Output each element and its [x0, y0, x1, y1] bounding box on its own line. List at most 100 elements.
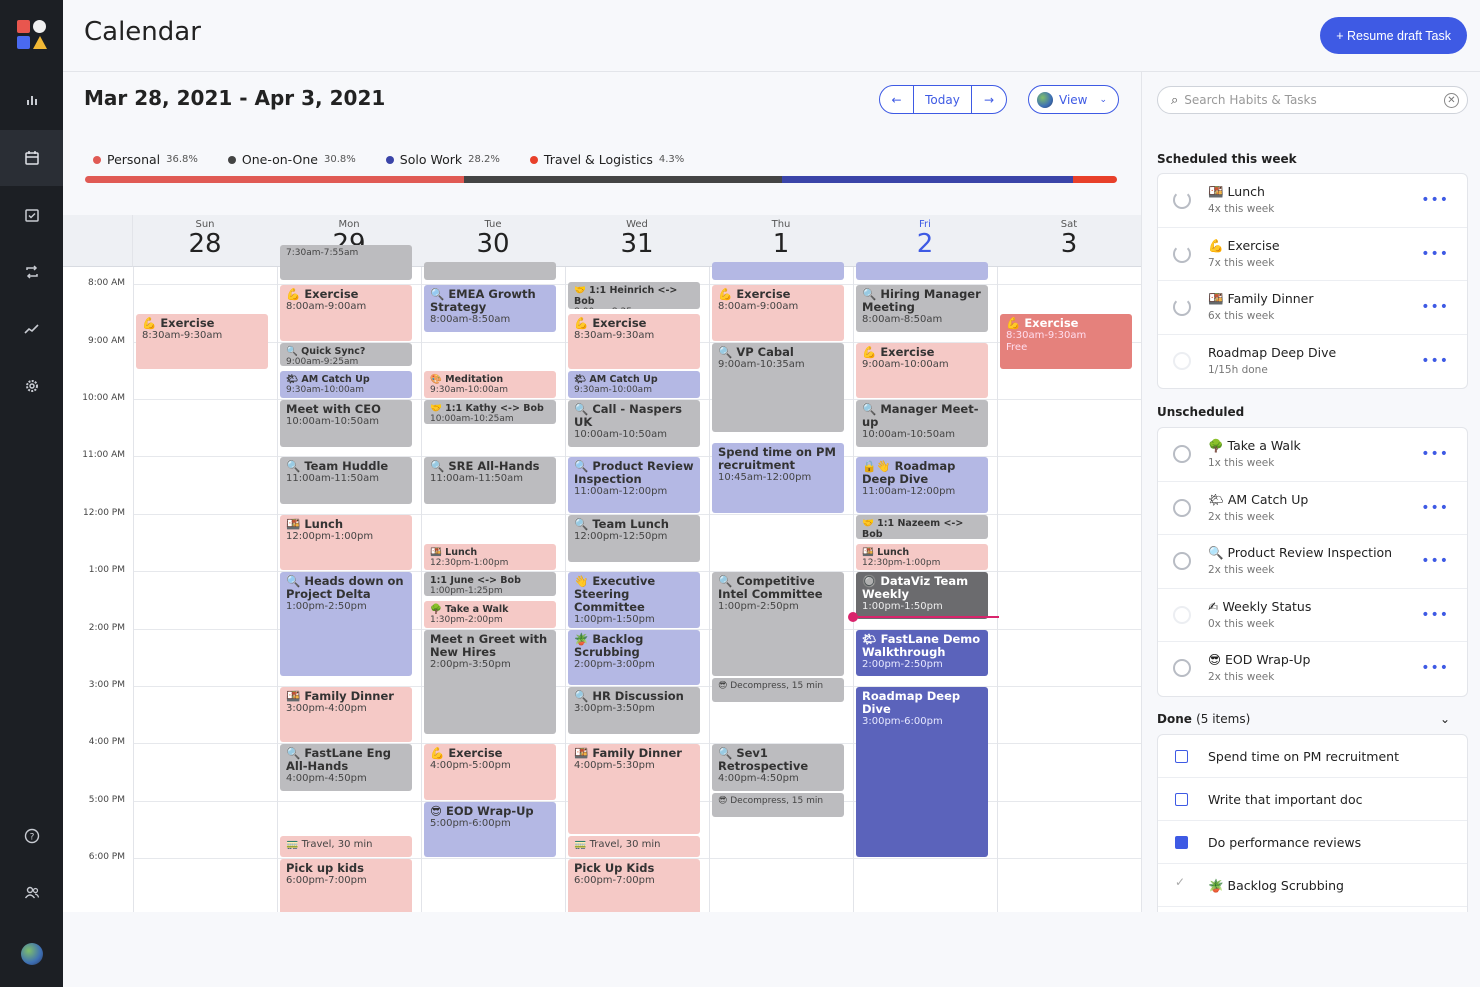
tasks-icon[interactable] [0, 187, 63, 243]
day-header-tue[interactable]: Tue 30 [421, 215, 565, 267]
calendar-event[interactable]: 💪 Exercise 9:00am-10:00am [856, 342, 988, 398]
calendar-event[interactable]: 🍱 Family Dinner 4:00pm-5:30pm [568, 744, 700, 835]
calendar-event[interactable] [424, 262, 556, 281]
progress-ring-icon[interactable] [1173, 498, 1191, 517]
day-header-wed[interactable]: Wed 31 [565, 215, 709, 267]
calendar-event[interactable]: 🚃 Travel, 30 min [568, 836, 700, 858]
calendar-event[interactable]: 🍱 Lunch 12:00pm-1:00pm [280, 514, 412, 571]
calendar-event[interactable]: 🌤 FastLane Demo Walkthrough 2:00pm-2:50pm [856, 629, 988, 677]
day-header-sat[interactable]: Sat 3 [997, 215, 1141, 267]
task-item[interactable]: 😎 EOD Wrap-Up 2x this week ••• [1158, 642, 1467, 696]
logo-icon[interactable] [17, 20, 47, 50]
calendar-event[interactable] [712, 262, 844, 281]
progress-ring-icon[interactable] [1173, 191, 1191, 209]
more-options-icon[interactable]: ••• [1421, 246, 1449, 262]
checkbox-checked[interactable] [1175, 836, 1188, 849]
checkbox[interactable] [1175, 750, 1188, 763]
progress-ring-icon[interactable] [1173, 244, 1191, 263]
task-item[interactable]: 🌤 AM Catch Up 2x this week ••• [1158, 482, 1467, 536]
calendar-event[interactable]: 🔍 Call - Naspers UK 10:00am-10:50am [568, 400, 700, 447]
calendar-event[interactable]: 🔍 VP Cabal 9:00am-10:35am [712, 342, 844, 433]
calendar-event[interactable]: 🌤 AM Catch Up 9:30am-10:00am [280, 371, 412, 398]
calendar-event[interactable]: 🔍 Product Review Inspection 11:00am-12:00… [568, 457, 700, 513]
next-week-button[interactable]: → [972, 86, 1006, 113]
calendar-event[interactable]: Spend time on PM recruitment 10:45am-12:0… [712, 443, 844, 513]
resume-draft-task-button[interactable]: + Resume draft Task [1320, 17, 1467, 54]
calendar-event[interactable]: Meet with CEO 10:00am-10:50am [280, 400, 412, 447]
calendar-event[interactable]: 👋 Executive Steering Committee 1:00pm-1:5… [568, 572, 700, 628]
task-item[interactable]: 💪 Exercise 7x this week ••• [1158, 228, 1467, 282]
calendar-event[interactable]: 🚃 Travel, 30 min [280, 836, 412, 858]
prev-week-button[interactable]: ← [880, 86, 914, 113]
sync-icon[interactable] [0, 244, 63, 300]
today-button[interactable]: Today [914, 86, 972, 113]
calendar-event[interactable]: 🔍 Heads down on Project Delta 1:00pm-2:50… [280, 572, 412, 677]
calendar-event[interactable]: 😎 EOD Wrap-Up 5:00pm-6:00pm [424, 801, 556, 858]
calendar-event[interactable]: 💪 Exercise 8:00am-9:00am [712, 285, 844, 341]
calendar-event[interactable]: 💪 Exercise 8:30am-9:30am [568, 313, 700, 370]
calendar-event[interactable]: 💪 Exercise 8:30am-9:30am Free [1000, 313, 1132, 370]
team-icon[interactable] [0, 865, 63, 921]
calendar-event[interactable]: 💪 Exercise 8:00am-9:00am [280, 285, 412, 341]
analytics-icon[interactable] [0, 72, 63, 128]
calendar-event[interactable]: 💪 Exercise 8:30am-9:30am [136, 313, 268, 370]
calendar-event[interactable]: 🔍 Quick Sync? 9:00am-9:25am [280, 342, 412, 367]
calendar-event[interactable]: 🍱 Lunch 12:30pm-1:00pm [856, 543, 988, 571]
calendar-event[interactable]: 🍱 Family Dinner 3:00pm-4:00pm [280, 687, 412, 743]
day-header-sun[interactable]: Sun 28 [133, 215, 277, 267]
calendar-event[interactable]: Meet n Greet with New Hires 2:00pm-3:50pm [424, 629, 556, 734]
trends-icon[interactable] [0, 301, 63, 357]
calendar-event[interactable]: 🎨 Meditation 9:30am-10:00am [424, 371, 556, 398]
calendar-event[interactable]: 🔍 EMEA Growth Strategy 8:00am-8:50am [424, 285, 556, 332]
calendar-event[interactable]: 🔒👋 Roadmap Deep Dive 11:00am-12:00pm [856, 457, 988, 513]
calendar-event[interactable]: 😎 Decompress, 15 min [712, 678, 844, 703]
task-item[interactable]: ✍ Weekly Status 0x this week ••• [1158, 589, 1467, 643]
search-input[interactable]: ⌕ Search Habits & Tasks ✕ [1157, 86, 1468, 114]
task-item[interactable]: 🔍 Product Review Inspection 2x this week •… [1158, 535, 1467, 589]
view-dropdown[interactable]: View ⌄ [1028, 85, 1119, 114]
calendar-event[interactable]: 1:1 June <-> Bob 1:00pm-1:25pm [424, 572, 556, 597]
calendar-event[interactable]: 🤝 1:1 Heinrich <-> Bob8:00am-8:25am [568, 282, 700, 310]
calendar-event[interactable]: 🔍 HR Discussion 3:00pm-3:50pm [568, 687, 700, 734]
calendar-event[interactable]: 7:30am-7:55am [280, 245, 412, 281]
calendar-event[interactable]: 💪 Exercise 4:00pm-5:00pm [424, 744, 556, 800]
calendar-event[interactable]: Pick Up Kids 6:00pm-7:00pm [568, 859, 700, 912]
more-options-icon[interactable]: ••• [1421, 500, 1449, 516]
more-options-icon[interactable]: ••• [1421, 553, 1449, 569]
calendar-event[interactable]: 🪴 Backlog Scrubbing 2:00pm-3:00pm [568, 629, 700, 685]
checkbox[interactable] [1175, 793, 1188, 806]
progress-ring-icon[interactable] [1173, 351, 1191, 370]
calendar-event[interactable]: 🔘 DataViz Team Weekly 1:00pm-1:50pm [856, 572, 988, 619]
calendar-event[interactable]: 🔍 Manager Meet-up 10:00am-10:50am [856, 400, 988, 447]
check-icon[interactable]: ✓ [1175, 875, 1185, 889]
progress-ring-icon[interactable] [1173, 298, 1191, 317]
calendar-event[interactable]: Roadmap Deep Dive 3:00pm-6:00pm [856, 687, 988, 858]
done-header[interactable]: Done (5 items) ⌄ [1157, 712, 1468, 726]
clear-search-icon[interactable]: ✕ [1444, 93, 1459, 108]
calendar-icon[interactable] [0, 130, 63, 186]
task-item[interactable]: 🌳 Take a Walk 1x this week ••• [1158, 428, 1467, 482]
calendar-event[interactable]: 😎 Decompress, 15 min [712, 793, 844, 818]
more-options-icon[interactable]: ••• [1421, 660, 1449, 676]
day-header-fri[interactable]: Fri 2 [853, 215, 997, 267]
calendar-event[interactable]: 🔍 Team Lunch 12:00pm-12:50pm [568, 514, 700, 562]
done-item[interactable]: Spend time on PM recruitment [1158, 735, 1467, 778]
calendar-event[interactable]: 🤝 1:1 Kathy <-> Bob 10:00am-10:25am [424, 400, 556, 424]
progress-ring-icon[interactable] [1173, 552, 1191, 571]
task-item[interactable]: 🍱 Lunch 4x this week ••• [1158, 174, 1467, 228]
more-options-icon[interactable]: ••• [1421, 353, 1449, 369]
task-item[interactable]: Roadmap Deep Dive 1/15h done ••• [1158, 335, 1467, 389]
calendar-event[interactable]: 🌳 Take a Walk 1:30pm-2:00pm [424, 600, 556, 628]
task-item[interactable]: 🍱 Family Dinner 6x this week ••• [1158, 281, 1467, 335]
done-item[interactable]: ✓ 🪴 Backlog Scrubbing [1158, 864, 1467, 907]
progress-ring-icon[interactable] [1173, 445, 1191, 463]
more-options-icon[interactable]: ••• [1421, 446, 1449, 462]
calendar-event[interactable]: 🌤 AM Catch Up 9:30am-10:00am [568, 371, 700, 398]
settings-icon[interactable] [0, 358, 63, 414]
avatar[interactable] [0, 926, 63, 982]
calendar-event[interactable]: 🔍 SRE All-Hands 11:00am-11:50am [424, 457, 556, 505]
progress-ring-icon[interactable] [1173, 659, 1191, 678]
calendar-event[interactable]: 🔍 Competitive Intel Committee 1:00pm-2:50… [712, 572, 844, 677]
done-item[interactable]: Do performance reviews [1158, 821, 1467, 864]
help-icon[interactable]: ? [0, 808, 63, 864]
